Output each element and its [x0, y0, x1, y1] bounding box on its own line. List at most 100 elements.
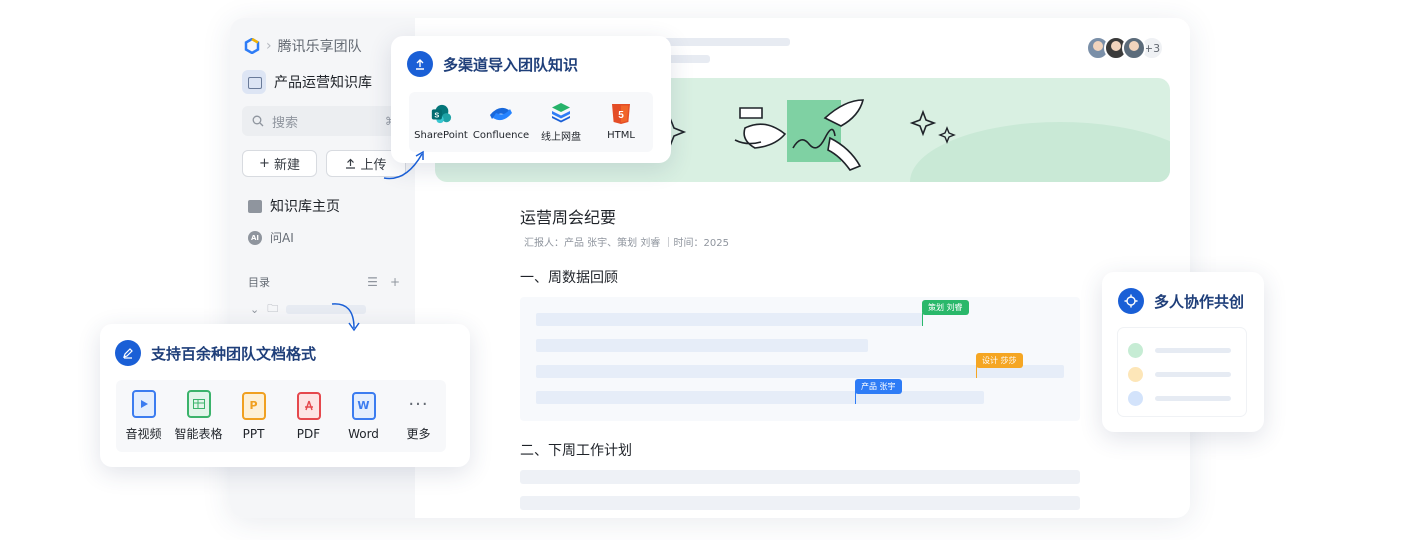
- collab-list: [1118, 328, 1246, 416]
- collab-card-header: 多人协作共创: [1118, 288, 1248, 314]
- channel-sharepoint[interactable]: S SharePoint: [412, 103, 470, 141]
- edit-circle-icon: [115, 340, 141, 366]
- ai-icon: AI: [248, 230, 262, 245]
- format-ppt[interactable]: P PPT: [228, 391, 280, 441]
- formats-card-header: 支持百余种团队文档格式: [115, 340, 455, 366]
- format-word[interactable]: W Word: [338, 391, 390, 441]
- format-label: 智能表格: [174, 427, 223, 441]
- format-list: 音视频 智能表格 P PPT PDF W Word ··· 更多: [116, 380, 446, 452]
- gantt-bar: [536, 339, 868, 352]
- knowledge-base-icon: [242, 70, 266, 94]
- confluence-icon: [490, 103, 512, 125]
- format-pdf[interactable]: PDF: [283, 391, 335, 441]
- toc-label: 目录: [248, 276, 270, 289]
- svg-text:S: S: [434, 111, 439, 120]
- format-label: 音视频: [125, 427, 162, 441]
- collaborator-tag: 产品 张宇: [855, 379, 902, 394]
- breadcrumb-team[interactable]: 腾讯乐享团队: [278, 36, 362, 56]
- app-logo-icon: [244, 38, 260, 54]
- html5-icon: 5: [610, 103, 632, 125]
- collaborator-tag: 设计 莎莎: [976, 353, 1023, 368]
- search-input[interactable]: 搜索 ⌘: [242, 106, 406, 136]
- list-item: [1128, 338, 1236, 362]
- avatar-dot: [1128, 390, 1143, 406]
- avatar-dot: [1128, 366, 1143, 382]
- sheet-file-icon: [186, 390, 211, 418]
- upload-circle-icon: [407, 51, 433, 77]
- gantt-block: 策划 刘睿 设计 莎莎 产品 张宇: [520, 297, 1080, 421]
- collaborator-avatars[interactable]: +3: [1086, 36, 1164, 60]
- formats-card-title: 支持百余种团队文档格式: [151, 344, 317, 363]
- list-item: [1128, 386, 1236, 410]
- folder-icon: 🗀: [267, 302, 279, 315]
- search-icon: [252, 115, 264, 127]
- collab-card: 多人协作共创: [1102, 272, 1264, 432]
- gantt-bar: [536, 313, 922, 326]
- sidebar-item-label: 问AI: [270, 231, 294, 245]
- format-video[interactable]: 音视频: [118, 390, 170, 442]
- format-label: Word: [348, 426, 379, 441]
- sidebar-item-label: 知识库主页: [270, 199, 340, 215]
- section-heading: 一、周数据回顾: [520, 270, 618, 286]
- channel-cloud-drive[interactable]: 线上网盘: [532, 101, 590, 143]
- channel-list: S SharePoint Confluence 线上网盘 5 HTML: [409, 92, 653, 152]
- import-card-header: 多渠道导入团队知识: [407, 51, 655, 77]
- import-card: 多渠道导入团队知识 S SharePoint Confluence 线上网盘 5…: [391, 36, 671, 163]
- format-label: PPT: [242, 426, 265, 441]
- format-label: PDF: [296, 426, 321, 441]
- formats-card: 支持百余种团队文档格式 音视频 智能表格 P PPT PDF W Word ··…: [100, 324, 470, 467]
- collab-card-title: 多人协作共创: [1154, 292, 1245, 311]
- new-label: 新建: [273, 158, 300, 173]
- doc-title: 运营周会纪要: [520, 208, 617, 227]
- list-item: [1128, 362, 1236, 386]
- text-placeholder: [1155, 347, 1231, 353]
- text-placeholder: [520, 496, 1080, 510]
- home-icon: [248, 199, 262, 213]
- text-placeholder: [1155, 395, 1231, 401]
- channel-label: 线上网盘: [541, 132, 581, 143]
- channel-label: HTML: [607, 130, 635, 141]
- channel-label: SharePoint: [414, 130, 468, 141]
- cursor-line: [922, 313, 923, 326]
- sharepoint-icon: S: [430, 103, 452, 125]
- sidebar-item-ask-ai[interactable]: AI 问AI: [248, 229, 294, 246]
- doc-meta: 汇报人：产品 张宇、策划 刘睿 ｜时间：2025: [524, 238, 729, 249]
- pdf-file-icon: [296, 391, 321, 420]
- new-button[interactable]: + 新建: [242, 150, 317, 177]
- chevron-down-icon: ⌄: [250, 303, 260, 316]
- video-file-icon: [131, 390, 156, 418]
- ppt-file-icon: P: [241, 391, 266, 420]
- sidebar-item-home[interactable]: 知识库主页: [248, 196, 340, 216]
- word-file-icon: W: [351, 391, 376, 420]
- gantt-bar: [536, 391, 984, 404]
- arrow-to-upload-icon: [383, 150, 424, 180]
- format-sheet[interactable]: 智能表格: [173, 390, 225, 442]
- import-card-title: 多渠道导入团队知识: [443, 55, 579, 74]
- avatar: [1122, 36, 1146, 60]
- more-icon: ···: [408, 393, 429, 415]
- channel-html[interactable]: 5 HTML: [592, 103, 650, 141]
- text-placeholder: [1155, 371, 1231, 377]
- format-more[interactable]: ··· 更多: [393, 390, 445, 442]
- cloud-drive-icon: [550, 101, 572, 123]
- toc-header: 目录 ☰ +: [248, 274, 400, 290]
- text-placeholder: [520, 470, 1080, 484]
- add-icon[interactable]: +: [390, 275, 400, 289]
- plus-icon: +: [259, 156, 270, 171]
- format-label: 更多: [406, 427, 431, 441]
- channel-confluence[interactable]: Confluence: [472, 103, 530, 141]
- collaborator-tag: 策划 刘睿: [922, 300, 969, 315]
- upload-icon: [346, 158, 356, 169]
- arrow-to-formats-icon: [331, 303, 360, 332]
- list-icon[interactable]: ☰: [367, 275, 378, 289]
- kb-title: 产品运营知识库: [274, 75, 372, 91]
- avatar-dot: [1128, 342, 1143, 358]
- search-placeholder: 搜索: [272, 115, 299, 131]
- kb-header: 产品运营知识库: [242, 70, 372, 94]
- chevron-right-icon: ›: [266, 38, 272, 54]
- title-placeholder: [650, 38, 790, 46]
- channel-label: Confluence: [472, 130, 530, 141]
- svg-text:5: 5: [618, 110, 624, 121]
- section-heading: 二、下周工作计划: [520, 443, 632, 459]
- crosshair-circle-icon: [1118, 288, 1144, 314]
